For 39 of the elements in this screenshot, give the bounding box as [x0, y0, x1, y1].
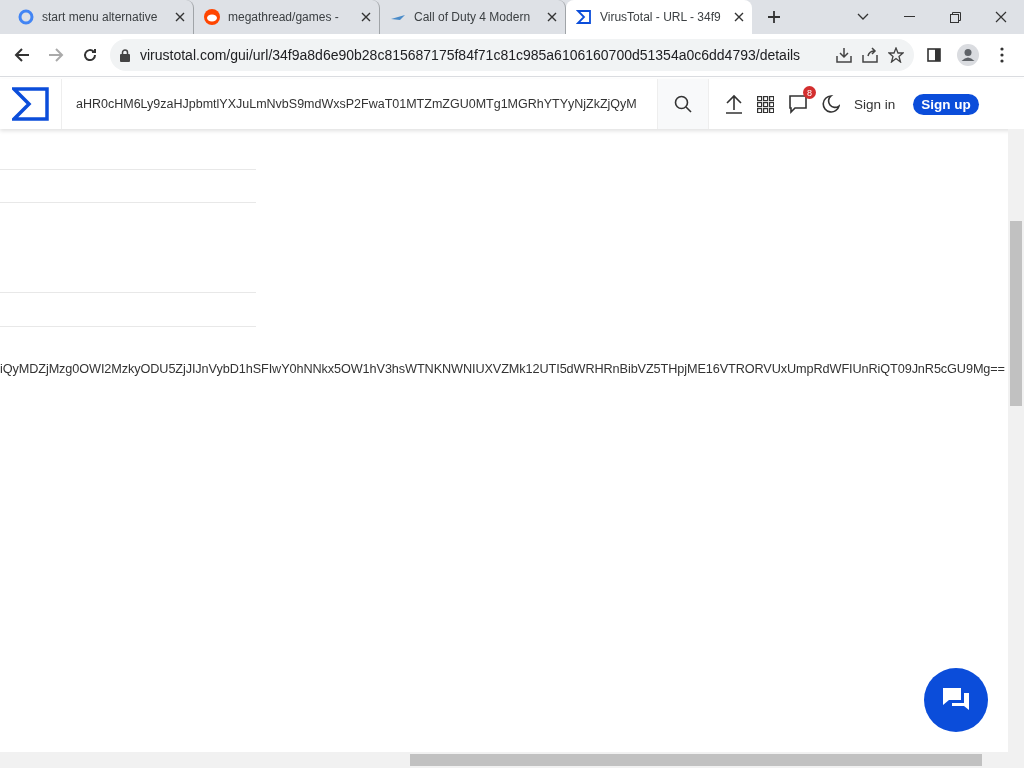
minimize-icon[interactable] — [903, 16, 915, 18]
star-icon[interactable] — [888, 47, 904, 63]
sign-up-button[interactable]: Sign up — [913, 93, 979, 115]
share-icon[interactable] — [862, 47, 878, 63]
chevron-down-icon[interactable] — [857, 13, 869, 21]
browser-tab[interactable]: VirusTotal - URL - 34f9 — [566, 0, 752, 34]
notification-count: 8 — [803, 86, 816, 99]
vertical-scrollbar[interactable] — [1008, 129, 1024, 752]
address-bar[interactable]: virustotal.com/gui/url/34f9a8d6e90b28c815687175f84f71c81c985a6106160700d51354a0c6dd4793/details — [110, 39, 914, 71]
back-icon[interactable] — [14, 47, 30, 63]
search-icon — [674, 95, 692, 113]
sigma-icon — [576, 9, 592, 25]
horizontal-scrollbar[interactable] — [0, 752, 1024, 768]
browser-tab[interactable]: megathread/games - — [194, 0, 380, 34]
chat-icon[interactable] — [788, 94, 808, 114]
moon-icon[interactable] — [822, 95, 840, 113]
install-icon[interactable] — [836, 47, 852, 63]
menu-icon[interactable] — [1000, 47, 1004, 63]
encoded-text: iQyMDZjMzg0OWI2MzkyODU5ZjJIJnVybD1hSFIwY0hNNkx5OW1hV3hsWTNKNWNIUXVZMk12UTI5dWRHRnBibVZ5THpjME16VTRORVUxUmpRdWFIUnRiQT09JnR5cGU9Mg== — [0, 362, 1006, 376]
upload-icon[interactable] — [725, 94, 743, 114]
apps-grid-icon[interactable] — [757, 95, 774, 113]
search-field[interactable]: aHR0cHM6Ly9zaHJpbmtlYXJuLmNvbS9mdWxsP2FwaT01MTZmZGU0MTg1MGRhYTYyNjZkZjQyM — [61, 79, 657, 129]
logo-icon[interactable] — [12, 87, 49, 121]
profile-avatar[interactable] — [957, 44, 979, 66]
close-icon[interactable] — [175, 12, 185, 22]
sign-in-link[interactable]: Sign in — [854, 96, 896, 112]
close-icon[interactable] — [547, 12, 557, 22]
side-panel-icon[interactable] — [927, 48, 941, 62]
close-icon[interactable] — [361, 12, 371, 22]
lock-icon — [120, 48, 130, 62]
restore-icon[interactable] — [949, 11, 961, 23]
close-icon[interactable] — [995, 11, 1007, 23]
browser-tab[interactable]: start menu alternative — [8, 0, 194, 34]
close-icon[interactable] — [734, 12, 744, 22]
google-icon — [18, 9, 34, 25]
reddit-icon — [204, 9, 220, 25]
search-button[interactable] — [657, 79, 709, 129]
new-tab-icon[interactable] — [767, 10, 781, 24]
reload-icon[interactable] — [82, 47, 98, 63]
